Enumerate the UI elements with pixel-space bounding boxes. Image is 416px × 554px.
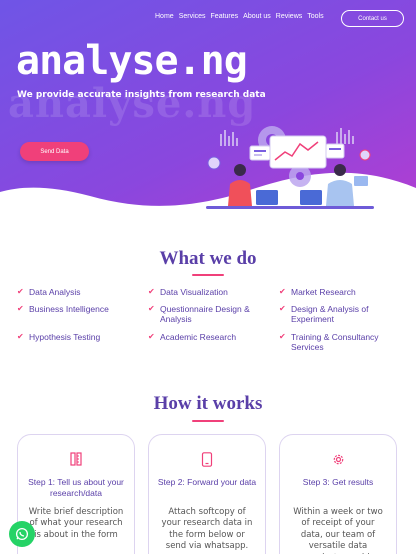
service-item: ✔ Hypothesis Testing: [17, 332, 148, 352]
service-label: Questionnaire Design & Analysis: [160, 304, 250, 325]
step-card-3: Step 3: Get results Within a week or two…: [279, 434, 397, 554]
contact-us-button[interactable]: Contact us: [341, 10, 404, 27]
hero-section: Home Services Features About us Reviews …: [0, 0, 416, 230]
check-icon: ✔: [17, 304, 24, 314]
check-icon: ✔: [17, 331, 24, 341]
step-description: Write brief description of what your res…: [28, 507, 124, 540]
nav-item-about[interactable]: About us: [243, 13, 271, 20]
main-nav: Home Services Features About us Reviews …: [155, 13, 324, 20]
whatsapp-button[interactable]: [9, 521, 35, 547]
how-it-works-title: How it works: [153, 393, 263, 414]
team-analytics-illustration: [206, 126, 374, 209]
service-item: ✔ Market Research: [279, 287, 407, 297]
service-item: ✔ Data Visualization: [148, 287, 279, 297]
hero-tagline: We provide accurate insights from resear…: [17, 90, 266, 100]
service-label: Data Analysis: [29, 287, 81, 297]
brand-title: analyse.ng: [16, 38, 248, 84]
check-icon: ✔: [279, 287, 286, 296]
nav-item-features[interactable]: Features: [211, 13, 239, 20]
service-label: Market Research: [291, 287, 356, 297]
step-title: Step 1: Tell us about your research/data: [28, 477, 124, 499]
service-label: Hypothesis Testing: [29, 331, 101, 342]
step-description: Attach softcopy of your research data in…: [161, 507, 253, 552]
services-list: ✔ Data Analysis ✔ Data Visualization ✔ Mark…: [17, 287, 407, 352]
phone-icon: [149, 452, 265, 472]
step-title: Step 3: Get results: [302, 477, 374, 487]
whatsapp-icon: [15, 527, 29, 541]
service-item: ✔ Questionnaire Design & Analysis: [148, 304, 279, 324]
check-icon: ✔: [148, 331, 155, 341]
check-icon: ✔: [17, 287, 24, 296]
pen-ruler-icon: [18, 452, 134, 471]
nav-item-reviews[interactable]: Reviews: [276, 13, 302, 20]
service-label: Data Visualization: [160, 287, 228, 297]
service-item: ✔ Data Analysis: [17, 287, 148, 297]
nav-item-tools[interactable]: Tools: [307, 13, 323, 20]
check-icon: ✔: [148, 287, 155, 296]
what-we-do-underline: [192, 274, 224, 276]
service-label: Design & Analysis of Experiment: [291, 304, 369, 325]
service-item: ✔ Academic Research: [148, 332, 279, 352]
step-title: Step 2: Forward your data: [157, 477, 257, 487]
nav-item-home[interactable]: Home: [155, 13, 174, 20]
step-card-2: Step 2: Forward your data Attach softcop…: [148, 434, 266, 554]
nav-item-services[interactable]: Services: [179, 13, 206, 20]
send-data-button[interactable]: Send Data: [20, 142, 89, 161]
service-item: ✔ Design & Analysis of Experiment: [279, 304, 407, 324]
service-item: ✔ Training & Consultancy Services: [279, 332, 407, 352]
check-icon: ✔: [279, 304, 286, 314]
service-label: Training & Consultancy Services: [291, 331, 379, 352]
step-description: Within a week or two of receipt of your …: [293, 507, 383, 554]
service-label: Business Intelligence: [29, 304, 109, 315]
what-we-do-title: What we do: [159, 248, 257, 269]
service-label: Academic Research: [160, 331, 237, 342]
check-icon: ✔: [148, 304, 155, 314]
check-icon: ✔: [279, 331, 286, 341]
service-item: ✔ Business Intelligence: [17, 304, 148, 324]
how-it-works-underline: [192, 420, 224, 422]
gear-icon: [280, 452, 396, 472]
